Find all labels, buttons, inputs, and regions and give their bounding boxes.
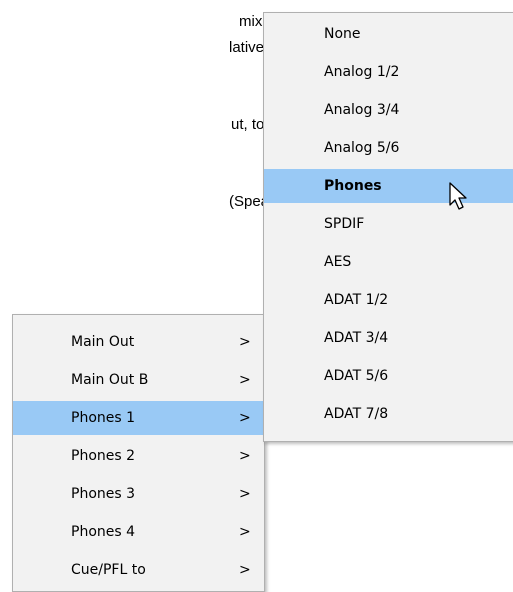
menu-item-label: Phones 4 [71, 524, 136, 540]
submenu-item-label: Analog 5/6 [324, 140, 400, 156]
menu-item-label: Main Out [71, 334, 135, 350]
submenu-item-label: SPDIF [324, 216, 365, 232]
mouse-pointer-icon [449, 182, 467, 210]
menu-item-label: Phones 3 [71, 486, 136, 502]
submenu-item-label: ADAT 3/4 [324, 330, 389, 346]
submenu-arrow-icon: > [239, 372, 251, 388]
submenu-item-none[interactable]: None [264, 17, 513, 51]
submenu-arrow-icon: > [239, 486, 251, 502]
submenu-item-label: Analog 1/2 [324, 64, 400, 80]
submenu-item-adat-5-6[interactable]: ADAT 5/6 [264, 359, 513, 393]
submenu-arrow-icon: > [239, 524, 251, 540]
submenu-item-label: AES [324, 254, 352, 270]
menu-item-phones-2[interactable]: Phones 2 > [13, 439, 264, 473]
menu-item-label: Phones 1 [71, 410, 136, 426]
submenu-item-label: ADAT 5/6 [324, 368, 389, 384]
submenu-item-adat-7-8[interactable]: ADAT 7/8 [264, 397, 513, 431]
submenu-item-aes[interactable]: AES [264, 245, 513, 279]
menu-item-phones-4[interactable]: Phones 4 > [13, 515, 264, 549]
submenu-item-adat-1-2[interactable]: ADAT 1/2 [264, 283, 513, 317]
submenu-item-label: None [324, 26, 361, 42]
submenu-item-analog-5-6[interactable]: Analog 5/6 [264, 131, 513, 165]
submenu-arrow-icon: > [239, 334, 251, 350]
menu-item-main-out[interactable]: Main Out > [13, 325, 264, 359]
menu-item-phones-1[interactable]: Phones 1 > [13, 401, 264, 435]
submenu-item-phones[interactable]: Phones [264, 169, 513, 203]
submenu-arrow-icon: > [239, 448, 251, 464]
submenu-item-label: Phones [324, 178, 382, 194]
submenu-item-spdif[interactable]: SPDIF [264, 207, 513, 241]
menu-item-main-out-b[interactable]: Main Out B > [13, 363, 264, 397]
submenu-item-label: ADAT 7/8 [324, 406, 389, 422]
menu-item-label: Phones 2 [71, 448, 136, 464]
routing-submenu: None Analog 1/2 Analog 3/4 Analog 5/6 Ph… [263, 12, 513, 442]
menu-item-cue-pfl-to[interactable]: Cue/PFL to > [13, 553, 264, 587]
submenu-item-analog-1-2[interactable]: Analog 1/2 [264, 55, 513, 89]
submenu-arrow-icon: > [239, 562, 251, 578]
menu-item-label: Cue/PFL to [71, 562, 146, 578]
submenu-item-adat-3-4[interactable]: ADAT 3/4 [264, 321, 513, 355]
submenu-item-analog-3-4[interactable]: Analog 3/4 [264, 93, 513, 127]
submenu-item-label: Analog 3/4 [324, 102, 400, 118]
output-context-menu: Main Out > Main Out B > Phones 1 > Phone… [12, 314, 265, 592]
menu-item-label: Main Out B [71, 372, 149, 388]
menu-item-phones-3[interactable]: Phones 3 > [13, 477, 264, 511]
submenu-item-label: ADAT 1/2 [324, 292, 389, 308]
submenu-arrow-icon: > [239, 410, 251, 426]
